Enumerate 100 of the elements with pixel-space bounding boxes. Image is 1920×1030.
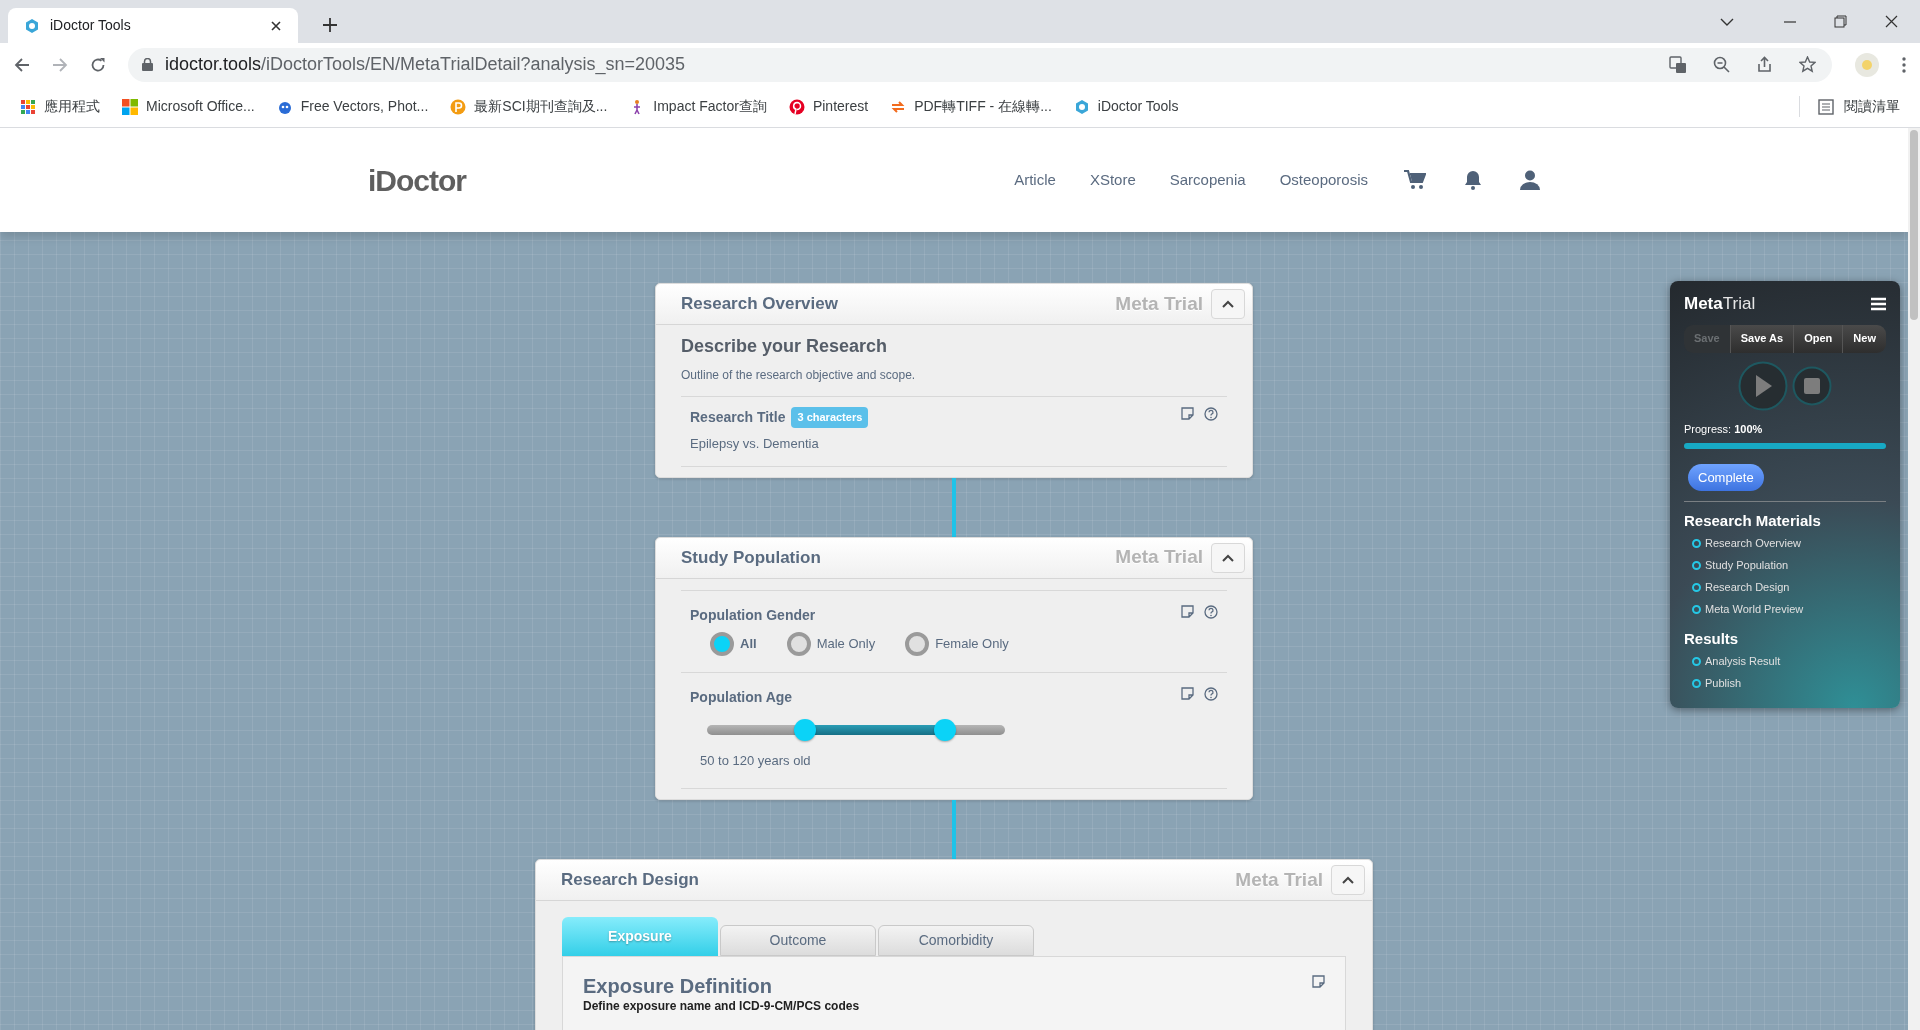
panel-nav-link[interactable]: Analysis Result <box>1705 652 1781 670</box>
circle-bullet-icon <box>1692 561 1701 570</box>
nav-link[interactable]: XStore <box>1089 168 1136 192</box>
note-icon[interactable] <box>1181 604 1194 618</box>
note-icon[interactable] <box>1312 975 1325 988</box>
tab[interactable]: Comorbidity <box>878 925 1034 956</box>
collapse-button[interactable] <box>1211 542 1245 573</box>
radio-label: All <box>740 634 757 653</box>
minimize-icon[interactable] <box>1784 20 1796 23</box>
circle-bullet-icon <box>1692 605 1701 614</box>
radio-label: Male Only <box>816 634 876 653</box>
scrollbar-thumb[interactable] <box>1910 130 1918 320</box>
section-description: Outline of the research objective and scope. <box>681 367 917 384</box>
note-icon[interactable] <box>1181 407 1194 420</box>
hexagon-icon <box>24 17 40 34</box>
stop-button-icon[interactable] <box>1792 365 1832 406</box>
close-icon[interactable] <box>1885 15 1898 28</box>
panel-nav-link[interactable]: Publish <box>1705 674 1742 692</box>
user-icon[interactable] <box>1520 170 1540 190</box>
chevron-down-icon[interactable] <box>1720 17 1734 26</box>
chevron-up-icon <box>1222 300 1234 308</box>
bell-icon[interactable] <box>1464 170 1482 190</box>
chevron-up-icon <box>1342 876 1354 884</box>
collapse-button[interactable] <box>1211 289 1245 319</box>
panel-nav-link[interactable]: Research Design <box>1705 579 1790 596</box>
zoom-out-icon[interactable] <box>1713 56 1730 73</box>
panel-nav-link[interactable]: Meta World Preview <box>1705 601 1804 618</box>
card-title: Research Design <box>561 869 699 892</box>
panel-nav-link[interactable]: Research Overview <box>1705 535 1801 552</box>
section-heading: Exposure Definition <box>583 975 773 997</box>
chevron-up-icon <box>1222 553 1234 562</box>
range-reading: 50 to 120 years old <box>700 751 812 770</box>
nav-link[interactable]: Sarcopenia <box>1169 168 1246 192</box>
field-label: Population Gender <box>690 605 817 625</box>
circle-bullet-icon <box>1692 678 1701 688</box>
reload-icon[interactable] <box>90 56 106 73</box>
bookmark-link[interactable]: Free Vectors, Phot... <box>300 96 429 117</box>
swap-arrows-icon <box>890 98 907 115</box>
character-count-badge: 3 characters <box>791 407 869 428</box>
url-text: idoctor.tools/iDoctorTools/EN/MetaTrialDetail?analysis_sn=20035 <box>165 53 687 77</box>
nav-link[interactable]: Osteoporosis <box>1279 168 1368 192</box>
nav-link[interactable]: Article <box>1014 168 1056 192</box>
star-icon[interactable] <box>1799 56 1816 73</box>
bookmark-link[interactable]: Impact Factor查詢 <box>653 96 767 117</box>
slider-thumb[interactable] <box>934 718 957 741</box>
section-description: Define exposure name and ICD-9-CM/PCS codes <box>583 998 861 1015</box>
field-label: Population Age <box>690 687 794 707</box>
bookmark-link[interactable]: Pinterest <box>812 96 869 117</box>
progress-label: Progress: 100% <box>1684 421 1764 437</box>
circle-bullet-icon <box>1692 583 1701 592</box>
plus-icon[interactable] <box>322 17 338 33</box>
address-bar[interactable]: idoctor.tools/iDoctorTools/EN/MetaTrialDetail?analysis_sn=20035 <box>128 47 1832 82</box>
radio-button[interactable] <box>710 631 734 656</box>
radio-label: Female Only <box>935 634 1009 653</box>
radio-button[interactable] <box>905 631 930 656</box>
help-icon[interactable] <box>1204 407 1218 421</box>
site-logo[interactable]: iDoctor <box>368 157 466 203</box>
collapse-button[interactable] <box>1331 865 1365 895</box>
section-heading: Research Materials <box>1684 511 1822 531</box>
circle-bullet-icon <box>1692 539 1701 548</box>
radio-button[interactable] <box>786 631 811 656</box>
bookmark-link[interactable]: 最新SCI期刊查詢及... <box>474 96 608 117</box>
reading-list-link[interactable]: 閱讀清單 <box>1844 96 1900 117</box>
browser-tab[interactable]: iDoctor Tools <box>8 8 298 43</box>
pin-logo-icon <box>788 98 805 115</box>
field-label: Research Title <box>690 408 786 427</box>
field-value: Epilepsy vs. Dementia <box>690 435 820 453</box>
help-icon[interactable] <box>1204 686 1218 701</box>
share-icon[interactable] <box>1756 56 1773 73</box>
bookmark-link[interactable]: PDF轉TIFF - 在線轉... <box>914 96 1052 117</box>
watermark-label: Meta Trial <box>1235 867 1323 892</box>
tab-title: iDoctor Tools <box>50 16 132 35</box>
bookmark-link[interactable]: iDoctor Tools <box>1097 96 1179 117</box>
toolbar-button: Save <box>1684 324 1731 353</box>
bookmark-link[interactable]: 應用程式 <box>44 96 100 117</box>
toolbar-button[interactable]: Open <box>1794 324 1844 353</box>
back-arrow-icon[interactable] <box>14 56 30 73</box>
toolbar-button[interactable]: Save As <box>1730 324 1795 353</box>
apps-grid-icon <box>20 98 36 115</box>
slider-thumb[interactable] <box>794 718 817 741</box>
toolbar-button[interactable]: New <box>1843 324 1886 353</box>
translate-icon[interactable] <box>1669 55 1687 74</box>
hexagon-icon <box>1073 98 1090 115</box>
card-title: Research Overview <box>681 293 838 316</box>
close-icon[interactable] <box>270 19 282 32</box>
list-icon <box>1818 98 1834 115</box>
restore-icon[interactable] <box>1834 15 1847 28</box>
note-icon[interactable] <box>1181 686 1194 700</box>
bookmark-link[interactable]: Microsoft Office... <box>146 96 255 117</box>
menu-icon[interactable] <box>1902 56 1906 73</box>
lock-icon <box>142 58 153 71</box>
card-title: Study Population <box>681 546 821 569</box>
menu-icon[interactable] <box>1871 296 1886 311</box>
tab[interactable]: Outcome <box>720 925 876 956</box>
section-heading: Results <box>1684 628 1740 649</box>
help-icon[interactable] <box>1204 604 1218 619</box>
cart-icon[interactable] <box>1404 170 1426 190</box>
play-button-icon[interactable] <box>1738 360 1788 411</box>
panel-nav-link[interactable]: Study Population <box>1705 557 1789 574</box>
circle-logo-icon <box>450 98 467 115</box>
